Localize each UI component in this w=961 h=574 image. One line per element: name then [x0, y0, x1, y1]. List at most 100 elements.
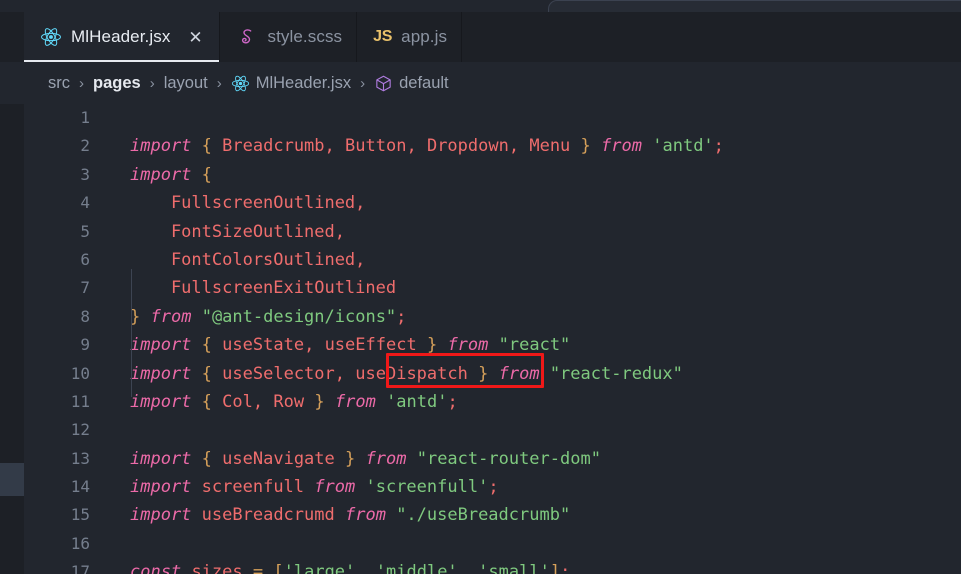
code-token: useEffect [324, 335, 417, 356]
line-number: 12 [70, 420, 90, 440]
breadcrumb-separator-icon: › [149, 74, 155, 92]
code-token: = [252, 562, 264, 574]
code-line[interactable]: import screenfull from 'screenfull'; [108, 473, 961, 501]
line-number: 4 [80, 193, 90, 213]
editor-tab-bar: MlHeader.jsx ✕ style.scss JS app.js [0, 12, 961, 62]
code-token: import [130, 335, 192, 356]
code-token: import [130, 477, 192, 498]
breadcrumb-item-layout[interactable]: layout [162, 73, 210, 94]
code-token: from [334, 391, 376, 412]
code-token: useSelector [222, 363, 335, 384]
line-number: 11 [70, 391, 90, 411]
tab-label: MlHeader.jsx [71, 27, 171, 46]
indent-guide [131, 269, 132, 397]
code-line[interactable]: import { useNavigate } from "react-route… [108, 445, 961, 473]
code-token: } [314, 391, 325, 412]
tab-label: style.scss [267, 27, 343, 46]
code-line[interactable]: import { [108, 161, 961, 189]
code-line[interactable]: FontSizeOutlined, [108, 218, 961, 246]
code-line[interactable]: FontColorsOutlined, [108, 246, 961, 274]
code-token: ; [713, 136, 724, 157]
code-line[interactable]: const sizes = ['large', 'middle', 'small… [108, 558, 961, 574]
code-token: { [201, 164, 212, 185]
code-token: ; [447, 391, 458, 412]
close-icon[interactable]: ✕ [185, 27, 205, 47]
code-line[interactable]: } from "@ant-design/icons"; [108, 303, 961, 331]
code-editor[interactable]: 1 2 3 4 5 6 7 8 9 10 11 12 13 14 15 16 17 import { Bread… [0, 104, 961, 574]
code-token: FontColorsOutlined [130, 249, 356, 270]
code-token: [ [273, 562, 284, 574]
code-token: ] [549, 562, 561, 574]
tab-style-scss[interactable]: style.scss [220, 12, 358, 62]
code-line[interactable]: import { useState, useEffect } from "rea… [108, 331, 961, 359]
code-line[interactable] [108, 104, 961, 132]
code-token: } [478, 363, 489, 384]
code-token: Menu [529, 136, 571, 157]
code-token: Col [222, 391, 253, 412]
code-line[interactable] [108, 530, 961, 558]
breadcrumb-item-mlheader-jsx[interactable]: MlHeader.jsx [229, 73, 353, 94]
code-token: } [580, 136, 591, 157]
line-number: 17 [70, 562, 90, 574]
code-content[interactable]: import { Breadcrumb, Button, Dropdown, M… [108, 104, 961, 574]
code-line[interactable]: import { Breadcrumb, Button, Dropdown, M… [108, 132, 961, 160]
tab-app-js[interactable]: JS app.js [357, 12, 463, 62]
breadcrumb-item-pages[interactable]: pages [91, 73, 143, 94]
line-number: 7 [80, 278, 90, 298]
line-number: 13 [70, 448, 90, 468]
code-line[interactable]: import { useSelector, useDispatch } from… [108, 360, 961, 388]
code-line[interactable]: FullscreenExitOutlined [108, 274, 961, 302]
code-token: import [130, 164, 192, 185]
tab-mlheader-jsx[interactable]: MlHeader.jsx ✕ [24, 12, 221, 62]
breadcrumb: src › pages › layout › MlHeader.jsx › default [0, 62, 961, 104]
react-icon [40, 26, 62, 48]
code-token: 'antd' [652, 136, 714, 157]
code-line[interactable]: import { Col, Row } from 'antd'; [108, 388, 961, 416]
breadcrumb-separator-icon: › [216, 74, 222, 92]
line-number: 15 [70, 505, 90, 525]
code-token: , [355, 193, 366, 214]
code-token: ; [560, 562, 571, 574]
code-token: "@ant-design/icons" [201, 306, 397, 327]
code-token: from [344, 505, 386, 526]
breadcrumb-item-src[interactable]: src [46, 73, 72, 94]
code-line[interactable]: FullscreenOutlined, [108, 189, 961, 217]
code-token: , [457, 562, 468, 574]
activity-bar-indicator[interactable] [0, 463, 24, 496]
breadcrumb-item-default[interactable]: default [372, 73, 451, 94]
line-number: 8 [80, 306, 90, 326]
code-token: useDispatch [355, 363, 468, 384]
code-line[interactable] [108, 416, 961, 444]
code-token: { [201, 391, 212, 412]
code-token: FullscreenOutlined [130, 193, 356, 214]
code-token: 'large' [283, 562, 356, 574]
code-token: , [324, 136, 335, 157]
code-line[interactable]: import useBreadcrumd from "./useBreadcru… [108, 501, 961, 529]
